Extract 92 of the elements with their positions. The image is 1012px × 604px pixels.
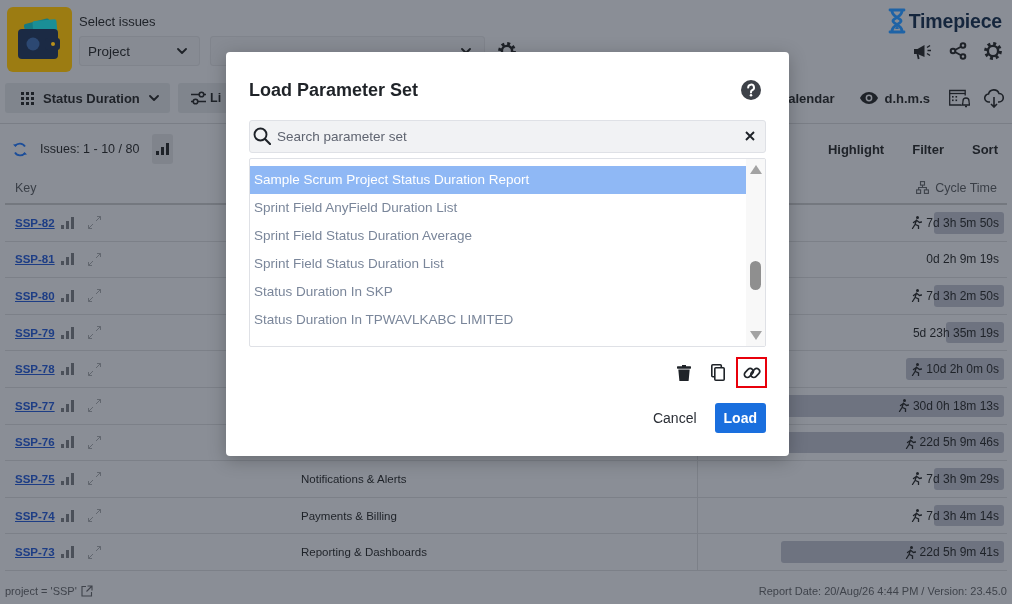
- report-info-text: Report Date: 20/Aug/26 4:44 PM / Version: 23.45.0: [758, 585, 1007, 597]
- cancel-button[interactable]: Cancel: [652, 403, 697, 433]
- trash-icon: [676, 364, 691, 381]
- scrollbar-thumb[interactable]: [750, 261, 761, 290]
- bar-chart-icon[interactable]: [60, 290, 74, 302]
- copy-link-button[interactable]: [736, 357, 767, 388]
- cycle-time-text: 7d 3h 9m 29s: [926, 471, 999, 486]
- expand-icon[interactable]: [86, 398, 102, 414]
- scroll-down-arrow-icon[interactable]: [749, 331, 762, 340]
- issue-key-link[interactable]: SSP-73: [15, 546, 55, 559]
- expand-icon[interactable]: [86, 508, 102, 524]
- close-icon[interactable]: [745, 131, 755, 141]
- parameter-set-item[interactable]: Sprint Field Status Duration List: [250, 250, 746, 278]
- parameter-set-item[interactable]: Sample Scrum Project Status Duration Report: [250, 166, 746, 194]
- issue-summary: Reporting & Dashboards: [301, 546, 427, 559]
- calendar-bell-icon[interactable]: [948, 88, 970, 108]
- wallet-logo-icon: [7, 7, 72, 72]
- load-button[interactable]: Load: [714, 403, 766, 433]
- issue-key-link[interactable]: SSP-76: [15, 436, 55, 449]
- parameter-set-item[interactable]: Status Duration In SKP: [250, 278, 746, 306]
- issue-summary: Payments & Billing: [301, 509, 397, 522]
- expand-icon[interactable]: [86, 434, 102, 450]
- cycle-time-text: 22d 5h 9m 46s: [919, 435, 999, 450]
- sliders-icon: [190, 91, 207, 105]
- parameter-set-item[interactable]: Sprint Field Status Duration Average: [250, 222, 746, 250]
- dialog-title: Load Parameter Set: [249, 79, 419, 101]
- scroll-up-arrow-icon[interactable]: [749, 165, 762, 174]
- cycle-time-text: 0d 2h 9m 19s: [926, 252, 999, 267]
- expand-icon[interactable]: [86, 288, 102, 304]
- calendar-button[interactable]: alendar: [788, 90, 835, 106]
- view-option-button[interactable]: Filter: [912, 141, 944, 157]
- issue-count: Issues: 1 - 10 / 80: [40, 142, 140, 156]
- issue-source-dropdown[interactable]: Project: [79, 36, 200, 66]
- chevron-down-icon: [177, 48, 187, 54]
- issue-key-link[interactable]: SSP-74: [15, 509, 55, 522]
- view-selector-button[interactable]: Status Duration: [5, 83, 170, 113]
- cycle-time-text: 5d 23h 35m 19s: [912, 325, 999, 340]
- time-format-button[interactable]: d.h.m.s: [860, 90, 930, 106]
- cycle-time-text: 7d 3h 4m 14s: [926, 508, 999, 523]
- bar-chart-icon[interactable]: [60, 546, 74, 559]
- issue-key-link[interactable]: SSP-75: [15, 472, 55, 485]
- cycle-time-text: 7d 3h 2m 50s: [926, 289, 999, 303]
- bar-chart-icon[interactable]: [60, 253, 74, 266]
- expand-icon[interactable]: [86, 471, 102, 487]
- chevron-down-icon: [149, 95, 159, 101]
- search-icon: [253, 127, 271, 145]
- expand-icon[interactable]: [86, 544, 102, 560]
- megaphone-icon[interactable]: [913, 42, 932, 60]
- bar-chart-icon[interactable]: [60, 363, 74, 376]
- bar-chart-icon[interactable]: [60, 399, 74, 412]
- refresh-icon[interactable]: [12, 140, 28, 158]
- column-header: Cycle Time: [935, 180, 997, 195]
- brand-name: Timepiece: [908, 9, 1002, 33]
- select-label: Select issues: [79, 15, 157, 29]
- cycle-time-text: 30d 0h 18m 13s: [912, 398, 999, 413]
- hierarchy-icon: [916, 181, 930, 194]
- cycle-time-text: 7d 3h 5m 50s: [926, 215, 999, 230]
- hourglass-icon: [886, 8, 907, 34]
- bar-chart-icon[interactable]: [60, 436, 74, 449]
- expand-icon[interactable]: [86, 325, 102, 341]
- cycle-time-text: 22d 5h 9m 41s: [919, 545, 999, 560]
- issue-key-link[interactable]: SSP-78: [15, 363, 55, 376]
- eye-icon: [860, 92, 879, 104]
- bar-chart-icon[interactable]: [60, 216, 74, 229]
- bar-chart-icon[interactable]: [60, 509, 74, 522]
- parameter-set-item[interactable]: Sprint Field AnyField Duration List: [250, 194, 746, 222]
- issue-key-link[interactable]: SSP-80: [15, 290, 55, 302]
- view-option-button[interactable]: Sort: [972, 141, 998, 157]
- external-link-icon[interactable]: [80, 585, 93, 597]
- search-field[interactable]: Search parameter set: [249, 120, 766, 153]
- parameter-set-item[interactable]: Status Duration In TPWAVLKABC LIMITED: [250, 306, 746, 334]
- issue-key-link[interactable]: SSP-81: [15, 253, 55, 266]
- bar-chart-icon[interactable]: [60, 326, 74, 339]
- chevron-down-icon: [461, 48, 471, 54]
- expand-icon[interactable]: [86, 361, 102, 377]
- issue-key-link[interactable]: SSP-77: [15, 399, 55, 412]
- issue-key-link[interactable]: SSP-82: [15, 216, 55, 229]
- bar-chart-icon[interactable]: [60, 472, 74, 485]
- cloud-download-icon[interactable]: [984, 88, 1004, 108]
- chart-toggle-button[interactable]: [152, 134, 174, 164]
- grid-icon: [21, 91, 34, 105]
- query-text: project = 'SSP': [5, 585, 77, 597]
- share-icon[interactable]: [949, 42, 967, 60]
- expand-icon[interactable]: [86, 215, 102, 231]
- cycle-time-text: 10d 2h 0m 0s: [926, 362, 999, 377]
- view-option-button[interactable]: Highlight: [827, 141, 885, 157]
- bar-chart-icon: [156, 143, 170, 155]
- issue-key-link[interactable]: SSP-79: [15, 326, 55, 339]
- help-icon[interactable]: [741, 80, 761, 100]
- copy-icon: [710, 364, 725, 381]
- expand-icon[interactable]: [86, 251, 102, 267]
- issue-summary: Notifications & Alerts: [301, 472, 407, 485]
